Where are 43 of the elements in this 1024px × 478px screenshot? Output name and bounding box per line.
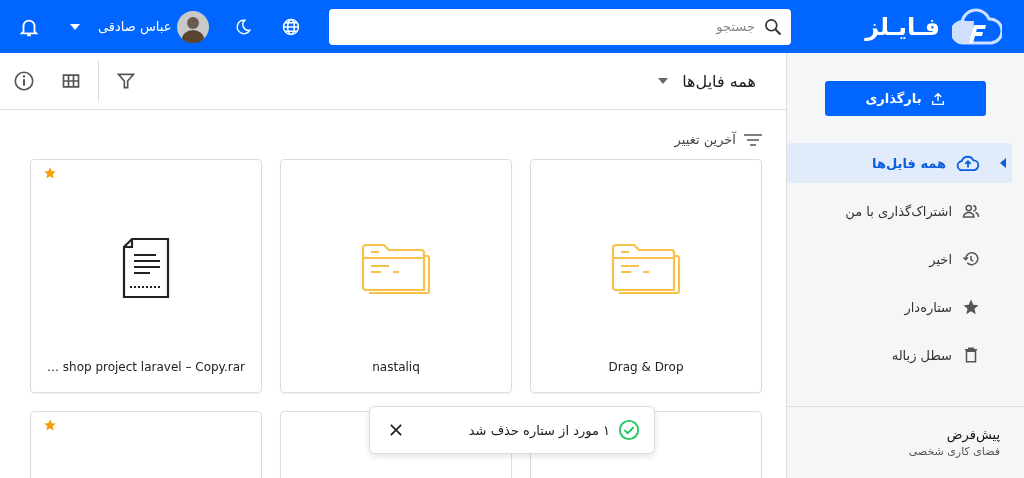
caret-icon (658, 78, 669, 84)
globe-icon[interactable] (281, 16, 302, 37)
folder-icon (611, 242, 681, 294)
search-icon (763, 16, 783, 37)
toast-message: ۱ مورد از ستاره حذف شد (467, 422, 610, 438)
file-name: … shop project laravel – Copy.rar (45, 360, 247, 376)
nav-item[interactable]: ستاره‌دار (787, 287, 1012, 327)
caret-icon[interactable] (70, 23, 80, 30)
people-icon (962, 202, 980, 220)
cloud-logo-icon (952, 6, 1002, 47)
history-icon (962, 250, 980, 268)
file-name: nastaliq (371, 360, 421, 376)
workspace-type: فضای کاری شخصی (908, 445, 1000, 458)
document-icon (120, 237, 172, 299)
search-field[interactable]: جستجو (329, 8, 791, 45)
file-card[interactable]: nastaliq (280, 159, 512, 393)
workspace-switcher[interactable]: پیش‌فرض فضای کاری شخصی (787, 406, 1024, 478)
sort-icon (744, 133, 762, 146)
file-card[interactable]: … shop project laravel – Copy.rar (30, 159, 262, 393)
folder-dropdown[interactable]: همه فایل‌ها (652, 70, 762, 92)
nav-item[interactable]: همه فایل‌ها (787, 143, 1012, 183)
nav-item[interactable]: اخیر (787, 239, 1012, 279)
upload-button[interactable]: بارگذاری (825, 81, 986, 116)
nav-item[interactable]: سطل زباله (787, 335, 1012, 375)
workspace-name: پیش‌فرض (945, 427, 1000, 442)
filter-icon[interactable] (116, 71, 136, 91)
folder-icon (361, 242, 431, 294)
file-card[interactable]: Drag & Drop (530, 159, 762, 393)
trash-icon (962, 346, 980, 364)
info-icon[interactable] (13, 70, 35, 92)
close-icon[interactable] (390, 424, 402, 436)
upload-icon (929, 90, 946, 107)
user-name[interactable]: عباس صادقی (98, 19, 172, 34)
sort-button[interactable]: آخرین تغییر (674, 132, 762, 147)
avatar[interactable] (177, 10, 210, 43)
check-circle-icon (618, 419, 640, 441)
star-icon (962, 298, 980, 316)
app-name: فـایـلز (865, 12, 940, 41)
file-name: Drag & Drop (607, 360, 685, 376)
grid-view-icon[interactable] (61, 71, 81, 91)
nav-item[interactable]: اشتراک‌گذاری با من (787, 191, 1012, 231)
cloud-upload-icon (956, 154, 980, 172)
pointer-icon (1000, 158, 1006, 168)
